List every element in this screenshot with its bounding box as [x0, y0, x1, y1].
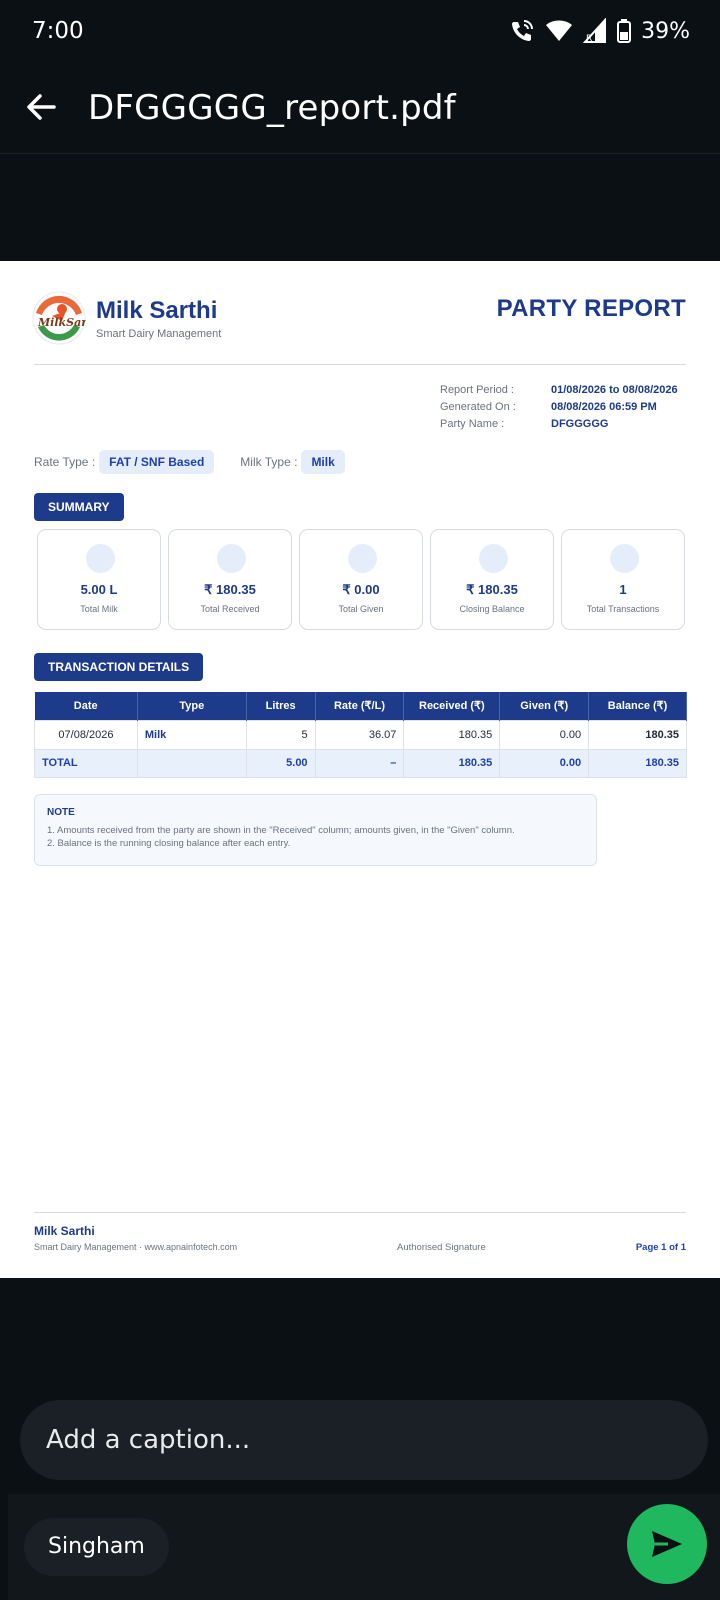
status-time: 7:00 — [32, 18, 84, 44]
wifi-icon — [546, 20, 573, 41]
summary-card-total-transactions: 1 Total Transactions — [561, 529, 685, 630]
col-received: Received (₹) — [403, 692, 501, 720]
summary-icon — [348, 544, 377, 573]
table-total-row: TOTAL 5.00 – 180.35 0.00 180.35 — [34, 748, 687, 778]
report-meta: Report Period : 01/08/2026 to 08/08/2026… — [440, 382, 678, 433]
bottom-bar: Singham — [8, 1494, 720, 1600]
meta-row-generated: Generated On : 08/08/2026 06:59 PM — [440, 401, 657, 413]
summary-card-closing-balance: ₹ 180.35 Closing Balance — [430, 529, 554, 630]
brand-block: MilkSarthi Milk Sarthi Smart Dairy Manag… — [32, 291, 221, 345]
table-header-row: Date Type Litres Rate (₹/L) Received (₹)… — [34, 692, 687, 720]
battery-percentage: 39% — [641, 18, 690, 44]
rate-type-label: Rate Type : — [34, 455, 96, 469]
meta-row-period: Report Period : 01/08/2026 to 08/08/2026 — [440, 384, 678, 396]
note-line: 2. Balance is the running closing balanc… — [47, 838, 291, 849]
header-divider — [34, 364, 686, 365]
top-app-bar: DFGGGGG_report.pdf — [0, 64, 720, 154]
summary-icon — [86, 544, 115, 573]
svg-text:MilkSarthi: MilkSarthi — [37, 316, 86, 329]
send-icon — [652, 1531, 682, 1557]
summary-heading: SUMMARY — [34, 493, 124, 521]
footer-signature: Authorised Signature — [397, 1242, 486, 1253]
wifi-calling-icon — [512, 20, 534, 41]
footer-page-number: Page 1 of 1 — [635, 1242, 686, 1253]
status-icons: R 39% — [509, 16, 690, 46]
brand-name: Milk Sarthi — [96, 296, 218, 324]
footer-brand: Milk Sarthi — [34, 1224, 95, 1238]
caption-field[interactable] — [20, 1400, 708, 1480]
signal-icon: R — [583, 18, 607, 44]
battery-icon — [617, 19, 632, 43]
type-row: Rate Type : FAT / SNF Based Milk Type : … — [34, 450, 345, 474]
summary-card-total-given: ₹ 0.00 Total Given — [299, 529, 423, 630]
col-date: Date — [34, 692, 138, 720]
rate-type-badge: FAT / SNF Based — [99, 450, 215, 474]
summary-icon — [217, 544, 246, 573]
send-button[interactable] — [627, 1504, 707, 1584]
milk-type-badge: Milk — [301, 450, 345, 474]
summary-card-total-milk: 5.00 L Total Milk — [37, 529, 161, 630]
transactions-heading: TRANSACTION DETAILS — [34, 653, 204, 681]
caption-input[interactable] — [46, 1420, 666, 1460]
svg-text:R: R — [586, 34, 592, 44]
table-row: 07/08/2026 Milk 5 36.07 180.35 0.00 180.… — [34, 719, 687, 750]
milk-sarthi-logo: MilkSarthi — [32, 291, 86, 345]
milk-type-label: Milk Type : — [240, 455, 298, 469]
footer-subtitle: Smart Dairy Management · www.apnainfotec… — [34, 1242, 238, 1252]
report-title: PARTY REPORT — [496, 295, 686, 322]
summary-icon — [610, 544, 639, 573]
brand-tagline: Smart Dairy Management — [96, 327, 222, 340]
transactions-table: Date Type Litres Rate (₹/L) Received (₹)… — [34, 692, 687, 778]
note-title: NOTE — [47, 807, 75, 818]
meta-row-party: Party Name : DFGGGGG — [440, 418, 609, 430]
col-given: Given (₹) — [499, 692, 590, 720]
col-balance: Balance (₹) — [588, 692, 687, 720]
col-litres: Litres — [246, 692, 316, 720]
pdf-preview[interactable]: MilkSarthi Milk Sarthi Smart Dairy Manag… — [0, 261, 720, 1278]
col-type: Type — [137, 692, 247, 720]
back-arrow-icon[interactable] — [24, 90, 58, 124]
summary-card-total-received: ₹ 180.35 Total Received — [168, 529, 292, 630]
col-rate: Rate (₹/L) — [315, 692, 405, 720]
note-box: NOTE 1. Amounts received from the party … — [34, 794, 597, 866]
status-bar: 7:00 R 39% — [0, 0, 720, 64]
summary-icon — [479, 544, 508, 573]
file-title: DFGGGGG_report.pdf — [88, 88, 456, 128]
recipient-chip[interactable]: Singham — [24, 1518, 169, 1576]
summary-cards: 5.00 L Total Milk ₹ 180.35 Total Receive… — [37, 529, 685, 630]
footer-divider — [34, 1212, 686, 1213]
note-line: 1. Amounts received from the party are s… — [47, 825, 515, 836]
